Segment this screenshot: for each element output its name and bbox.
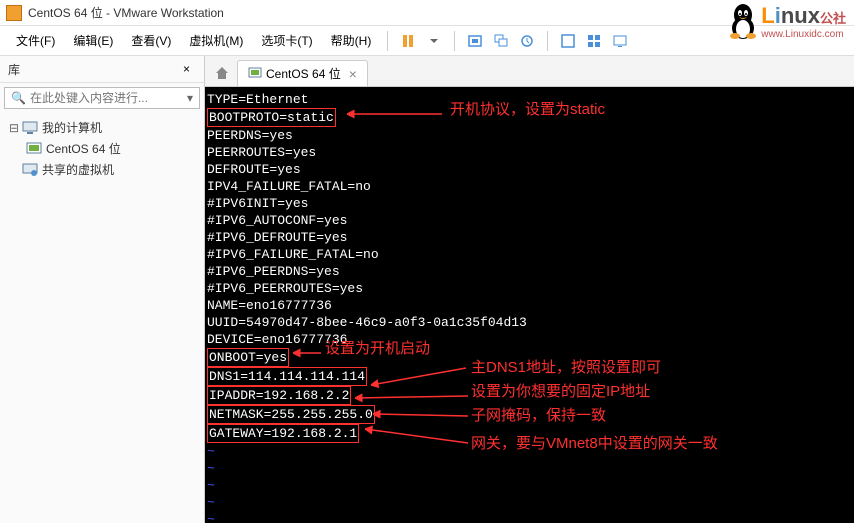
menubar: 文件(F) 编辑(E) 查看(V) 虚拟机(M) 选项卡(T) 帮助(H)	[0, 26, 854, 56]
sidebar-title: 库	[8, 61, 177, 78]
search-box[interactable]: 🔍 ▾	[4, 87, 200, 109]
term-line: PEERDNS=yes	[207, 127, 852, 144]
term-tilde: ~	[207, 477, 852, 494]
term-line: UUID=54970d47-8bee-46c9-a0f3-0a1c35f04d1…	[207, 314, 852, 331]
search-icon: 🔍	[11, 91, 26, 105]
term-line: IPV4_FAILURE_FATAL=no	[207, 178, 852, 195]
computer-icon	[22, 121, 38, 135]
arrow-annotation	[347, 107, 447, 121]
annotation: 子网掩码，保持一致	[471, 407, 606, 424]
pause-button[interactable]	[396, 29, 420, 53]
arrow-annotation	[293, 346, 323, 360]
home-tab[interactable]	[211, 62, 233, 84]
logo-brand: Linux公社	[761, 3, 846, 29]
content-area: CentOS 64 位 × TYPE=Ethernet BOOTPROTO=st…	[205, 56, 854, 523]
menu-tabs[interactable]: 选项卡(T)	[253, 28, 320, 53]
tree-shared[interactable]: 共享的虚拟机	[8, 159, 196, 180]
annotation: 设置为你想要的固定IP地址	[471, 383, 650, 400]
tab-bar: CentOS 64 位 ×	[205, 56, 854, 87]
console-button[interactable]	[608, 29, 632, 53]
tree-shared-label: 共享的虚拟机	[42, 161, 114, 178]
window-title: CentOS 64 位 - VMware Workstation	[28, 4, 224, 21]
term-line: NAME=eno16777736	[207, 297, 852, 314]
app-icon	[6, 5, 22, 21]
annotation: 网关，要与VMnet8中设置的网关一致	[471, 435, 718, 452]
menu-file[interactable]: 文件(F)	[8, 28, 63, 53]
vm-icon	[26, 142, 42, 156]
separator	[387, 31, 388, 51]
tab-close-button[interactable]: ×	[349, 66, 357, 82]
titlebar: CentOS 64 位 - VMware Workstation	[0, 0, 854, 26]
vm-tree: ⊟ 我的计算机 CentOS 64 位 共享的虚拟机	[0, 113, 204, 523]
menu-help[interactable]: 帮助(H)	[323, 28, 380, 53]
search-dropdown[interactable]: ▾	[185, 91, 195, 105]
snapshot-manager-button[interactable]	[489, 29, 513, 53]
snapshot-button[interactable]	[463, 29, 487, 53]
vm-tab-icon	[248, 67, 262, 81]
tree-vm-item[interactable]: CentOS 64 位	[26, 138, 196, 159]
shared-icon	[22, 163, 38, 177]
term-tilde: ~	[207, 511, 852, 523]
arrow-annotation	[365, 425, 470, 447]
search-input[interactable]	[30, 91, 185, 105]
tree-root-label: 我的计算机	[42, 119, 102, 136]
vm-tab-label: CentOS 64 位	[266, 65, 341, 82]
sidebar-close-button[interactable]: ×	[177, 60, 196, 78]
annotation: 设置为开机启动	[325, 340, 430, 357]
sidebar: 库 × 🔍 ▾ ⊟ 我的计算机 CentOS 64 位 共	[0, 56, 205, 523]
penguin-icon	[727, 2, 759, 40]
tree-vm-label: CentOS 64 位	[46, 140, 121, 157]
separator	[547, 31, 548, 51]
term-line: PEERROUTES=yes	[207, 144, 852, 161]
term-tilde: ~	[207, 494, 852, 511]
expand-icon[interactable]: ⊟	[8, 121, 20, 135]
menu-edit[interactable]: 编辑(E)	[65, 28, 121, 53]
term-line: DEFROUTE=yes	[207, 161, 852, 178]
toolbar-dropdown[interactable]	[422, 29, 446, 53]
term-line: #IPV6_AUTOCONF=yes	[207, 212, 852, 229]
term-line: #IPV6_FAILURE_FATAL=no	[207, 246, 852, 263]
unity-button[interactable]	[582, 29, 606, 53]
menu-view[interactable]: 查看(V)	[123, 28, 179, 53]
term-tilde: ~	[207, 460, 852, 477]
revert-button[interactable]	[515, 29, 539, 53]
vm-tab[interactable]: CentOS 64 位 ×	[237, 60, 368, 86]
fullscreen-button[interactable]	[556, 29, 580, 53]
term-line: #IPV6_DEFROUTE=yes	[207, 229, 852, 246]
separator	[454, 31, 455, 51]
logo-url: www.Linuxidc.com	[761, 29, 846, 40]
arrow-annotation	[355, 391, 470, 405]
menu-vm[interactable]: 虚拟机(M)	[181, 28, 251, 53]
term-line: #IPV6INIT=yes	[207, 195, 852, 212]
tree-root[interactable]: ⊟ 我的计算机	[8, 117, 196, 138]
arrow-annotation	[371, 365, 471, 389]
terminal[interactable]: TYPE=Ethernet BOOTPROTO=static PEERDNS=y…	[205, 87, 854, 523]
term-line: #IPV6_PEERDNS=yes	[207, 263, 852, 280]
annotation: 开机协议，设置为static	[450, 101, 605, 118]
arrow-annotation	[373, 407, 473, 421]
annotation: 主DNS1地址，按照设置即可	[471, 359, 661, 376]
term-line: #IPV6_PEERROUTES=yes	[207, 280, 852, 297]
site-logo: Linux公社 www.Linuxidc.com	[727, 2, 846, 40]
